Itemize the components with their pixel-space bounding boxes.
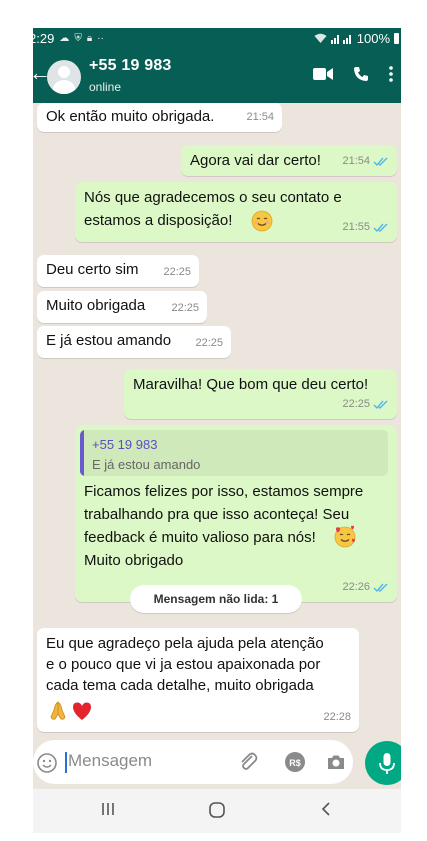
incoming-message[interactable]: Ok então muito obrigada. 21:54	[37, 103, 282, 132]
quote-bar	[80, 430, 84, 476]
message-text: Ficamos felizes por isso, estamos sempre	[84, 483, 364, 500]
message-time: 22:26	[342, 581, 370, 593]
folded-hands-emoji	[50, 701, 66, 720]
message-text: Agora vai dar certo!	[190, 152, 321, 169]
message-text: E já estou amando	[46, 332, 172, 349]
outgoing-message[interactable]: Nós que agradecemos o seu contato e esta…	[75, 182, 397, 242]
battery-level: 100%	[356, 30, 390, 46]
message-time: 22:25	[171, 302, 199, 314]
avatar-head	[58, 66, 70, 78]
incoming-message[interactable]: Muito obrigada 22:25	[37, 291, 207, 323]
payment-icon[interactable]: R$	[284, 751, 306, 773]
message-time: 22:25	[163, 266, 191, 278]
system-navigation-bar	[33, 789, 401, 833]
message-time: 22:28	[323, 711, 351, 723]
outgoing-message[interactable]: Maravilha! Que bom que deu certo! 22:25	[124, 369, 397, 419]
message-text: Deu certo sim	[46, 261, 139, 278]
cloud-icon: ☁	[59, 32, 70, 44]
message-text: cada tema cada detalhe, muito obrigada	[46, 677, 314, 694]
avatar[interactable]	[47, 60, 81, 94]
chat-header: ← +55 19 983 online	[33, 48, 401, 103]
more-notifications-icon: ··	[97, 32, 104, 44]
contact-name[interactable]: +55 19 983	[89, 57, 172, 75]
message-text: Nós que agradecemos o seu contato e	[84, 189, 342, 206]
voice-message-button[interactable]	[365, 741, 401, 785]
home-icon[interactable]	[208, 801, 226, 819]
svg-text:R$: R$	[289, 758, 301, 768]
recent-apps-icon[interactable]	[100, 801, 116, 817]
message-time: 21:54	[246, 111, 274, 123]
signal-icon	[330, 34, 351, 44]
message-text: feedback é muito valioso para nós!	[84, 529, 316, 546]
smiling-face-with-hearts-emoji	[334, 525, 356, 548]
message-time: 21:54	[342, 155, 370, 167]
lock-icon: 🔒︎	[86, 32, 93, 44]
voice-call-icon[interactable]	[353, 66, 369, 82]
incoming-message[interactable]: Eu que agradeço pela ajuda pela atenção …	[37, 628, 359, 732]
message-text: estamos a disposição!	[84, 212, 233, 229]
message-text: trabalhando pra que isso aconteça! Seu	[84, 506, 350, 523]
status-time: 2:29	[33, 30, 55, 46]
quoted-message[interactable]: +55 19 983 E já estou amando	[80, 430, 388, 476]
text-cursor	[65, 752, 67, 773]
message-text: Muito obrigada	[46, 297, 146, 314]
quoted-sender: +55 19 983	[92, 437, 158, 452]
message-input[interactable]: Mensagem	[68, 751, 152, 771]
phone-screen: 2:29 ☁ ⛨ 🔒︎ ·· 100% ← +55 19 983	[33, 28, 401, 833]
incoming-message[interactable]: Deu certo sim 22:25	[37, 255, 199, 287]
unread-messages-banner: Mensagem não lida: 1	[130, 585, 302, 613]
avatar-shoulders	[52, 80, 76, 94]
red-heart-emoji	[73, 702, 91, 720]
contact-status: online	[89, 80, 122, 94]
attach-icon[interactable]	[238, 751, 260, 773]
message-text: Ok então muito obrigada.	[46, 108, 215, 125]
outgoing-message[interactable]: Agora vai dar certo! 21:54	[181, 145, 397, 176]
quoted-text: E já estou amando	[92, 457, 201, 472]
message-text: e o pouco que vi ja estou apaixonada por	[46, 656, 321, 673]
more-options-icon[interactable]	[389, 66, 393, 82]
message-time: 22:25	[342, 398, 370, 410]
read-receipt-icon	[373, 400, 388, 410]
emoji-icon[interactable]	[36, 752, 58, 774]
video-call-icon[interactable]	[313, 67, 333, 81]
battery-icon	[394, 32, 399, 44]
incoming-message[interactable]: E já estou amando 22:25	[37, 326, 231, 358]
read-receipt-icon	[373, 223, 388, 233]
composer: Mensagem R$	[33, 737, 401, 789]
shield-icon: ⛨	[74, 32, 82, 44]
wifi-icon	[314, 33, 327, 43]
chat-area: Ok então muito obrigada. 21:54 Agora vai…	[33, 103, 401, 737]
outgoing-reply-message[interactable]: +55 19 983 E já estou amando Ficamos fel…	[75, 425, 397, 602]
message-input-box[interactable]: Mensagem R$	[33, 740, 353, 784]
message-time: 21:55	[342, 221, 370, 233]
message-text: Muito obrigado	[84, 552, 184, 569]
read-receipt-icon	[373, 157, 388, 167]
message-text: Eu que agradeço pela ajuda pela atenção	[46, 635, 324, 652]
smiling-face-emoji	[251, 210, 273, 232]
message-time: 22:25	[195, 337, 223, 349]
microphone-icon	[379, 753, 395, 774]
back-icon[interactable]	[319, 801, 335, 817]
read-receipt-icon	[373, 583, 388, 593]
camera-icon[interactable]	[325, 751, 347, 773]
status-bar: 2:29 ☁ ⛨ 🔒︎ ·· 100%	[33, 28, 401, 48]
message-text: Maravilha! Que bom que deu certo!	[133, 376, 369, 393]
